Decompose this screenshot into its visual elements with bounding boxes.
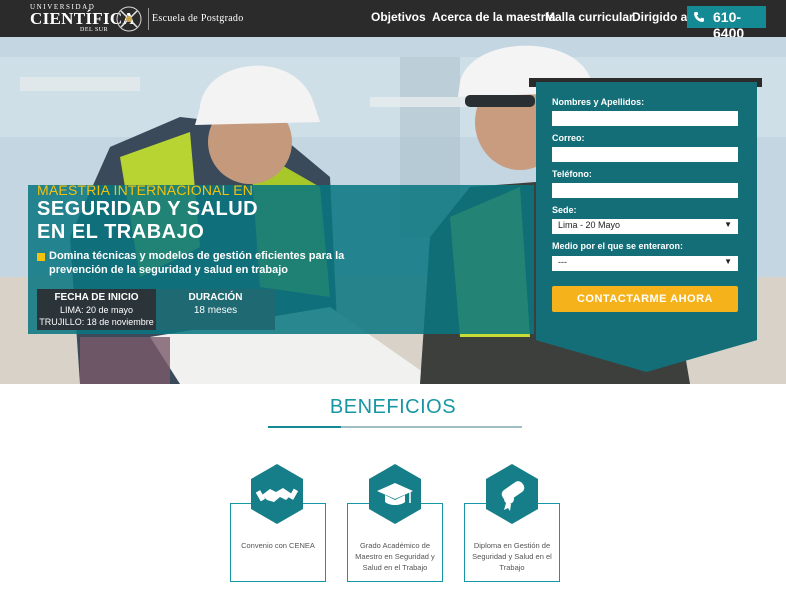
nav-objetivos[interactable]: Objetivos [371,10,426,24]
benefit-text-line: Salud en el Trabajo [362,563,428,572]
benefit-text-line: Convenio con CENEA [241,541,315,550]
logo-school-name: Escuela de Postgrado [152,13,244,24]
phone-icon [694,12,704,22]
sede-selected-value: Lima - 20 Mayo [558,220,621,230]
diploma-icon [486,464,538,524]
nav-acerca[interactable]: Acerca de la maestría [432,10,555,24]
medio-selected-value: --- [558,257,567,267]
hero-title-line-2: EN EL TRABAJO [37,221,205,243]
start-date-box: FECHA DE INICIO LIMA: 20 de mayo TRUJILL… [37,289,156,330]
bullet-square-icon [37,253,45,261]
benefit-text-line: Diploma en Gestión de [473,541,551,550]
graduation-cap-icon [369,464,421,524]
benefit-text-line: Grado Académico de [359,541,431,550]
benefit-text-line: Trabajo [499,563,525,572]
medio-select[interactable]: --- ▼ [552,256,738,271]
duration-title: DURACIÓN [188,292,243,303]
email-input[interactable] [552,147,738,162]
contact-submit-button[interactable]: CONTACTARME AHORA [552,286,738,312]
university-logo[interactable]: UNIVERSIDAD CIENTÍFICA DEL SUR Escuela d… [30,3,245,34]
start-date-lima: LIMA: 20 de mayo [59,305,134,315]
phone-button[interactable]: 610-6400 [687,6,766,41]
email-label: Correo: [552,133,585,143]
duration-box: DURACIÓN 18 meses [156,289,275,330]
phone-input[interactable] [552,183,738,198]
nav-dirigido[interactable]: Dirigido a [632,10,687,24]
hero-title-line-1: SEGURIDAD Y SALUD [37,198,259,220]
phone-label: Teléfono: [552,169,592,179]
sede-select[interactable]: Lima - 20 Mayo ▼ [552,219,738,234]
benefit-text-line: Seguridad y Salud en el [472,552,552,561]
nav-malla[interactable]: Malla curricular [545,10,634,24]
name-input[interactable] [552,111,738,126]
hero-description-line-2: prevención de la seguridad y salud en tr… [49,264,289,276]
university-emblem-icon [116,6,142,32]
handshake-icon [251,464,303,524]
start-date-trujillo: TRUJILLO: 18 de noviembre [39,317,154,327]
hero-subtitle: MAESTRIA INTERNACIONAL EN [37,182,254,198]
start-date-title: FECHA DE INICIO [54,292,139,303]
dropdown-arrow-icon: ▼ [724,257,732,266]
name-label: Nombres y Apellidos: [552,97,645,107]
logo-line-del-sur: DEL SUR [80,27,109,33]
benefit-text-line: Maestro en Seguridad y [355,552,435,561]
logo-divider [148,8,149,30]
benefits-title: BENEFICIOS [329,396,457,418]
hero-description-line-1: Domina técnicas y modelos de gestión efi… [49,250,345,262]
medio-label: Medio por el que se enteraron: [552,241,684,251]
sede-label: Sede: [552,205,577,215]
site-header: UNIVERSIDAD CIENTÍFICA DEL SUR Escuela d… [0,0,786,41]
duration-value: 18 meses [193,305,238,316]
dropdown-arrow-icon: ▼ [724,220,732,229]
benefits-underline-accent [268,426,341,428]
